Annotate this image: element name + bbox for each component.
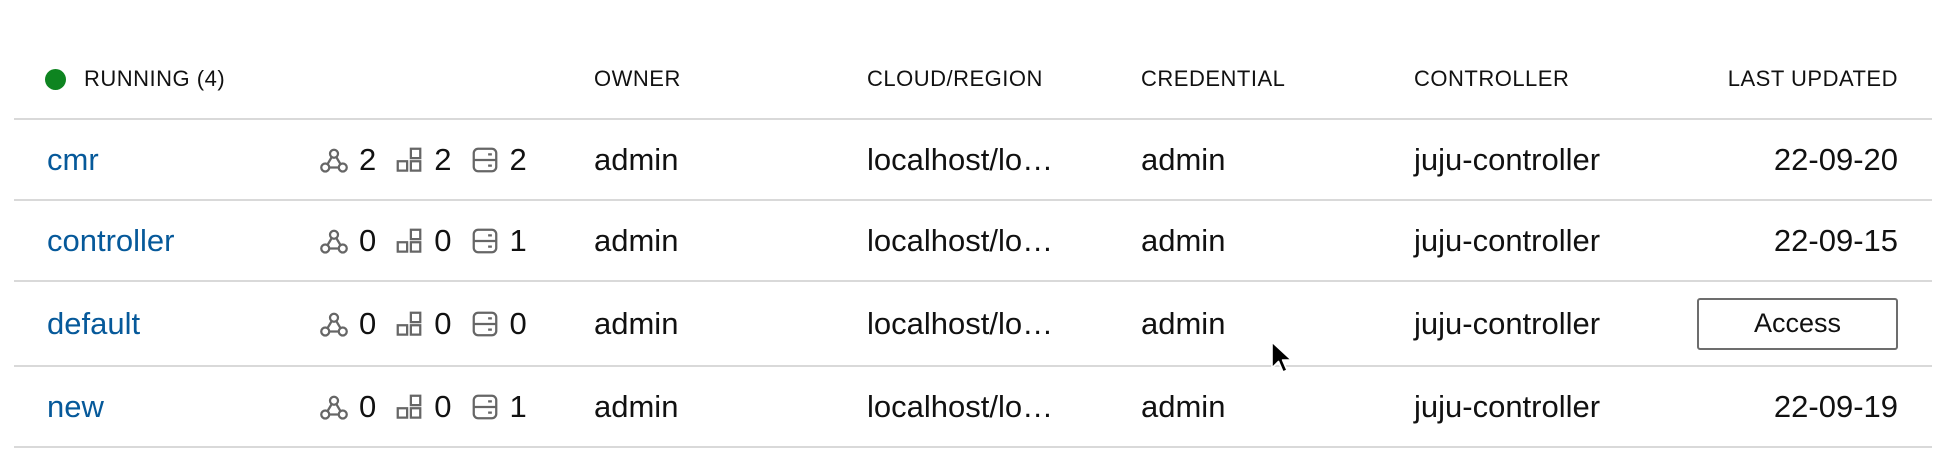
controller-cell: juju-controller — [1414, 223, 1601, 258]
access-button[interactable]: Access — [1697, 297, 1898, 350]
controller-cell: juju-controller — [1414, 142, 1601, 177]
applications-icon — [319, 226, 349, 256]
model-name: cmr — [47, 120, 99, 199]
models-table: RUNNING (4) OWNER CLOUD/REGION CREDENTIA… — [14, 40, 1932, 448]
status-header-label: RUNNING (4) — [84, 66, 226, 91]
credential-cell: admin — [1141, 306, 1226, 341]
cloud-region-cell: localhost/lo… — [867, 142, 1054, 177]
machines-icon — [470, 145, 500, 175]
credential-cell: admin — [1141, 389, 1226, 424]
applications-icon — [319, 392, 349, 422]
machines-icon — [470, 226, 500, 256]
applications-count: 0 — [359, 306, 377, 341]
machines-count: 1 — [509, 223, 527, 258]
applications-count: 2 — [359, 142, 377, 177]
credential-header: CREDENTIAL — [1141, 66, 1286, 91]
controller-cell: juju-controller — [1414, 389, 1601, 424]
owner-header: OWNER — [594, 66, 681, 91]
model-link-controller[interactable]: controller — [47, 225, 175, 256]
applications-count: 0 — [359, 223, 377, 258]
running-status-icon — [45, 68, 66, 90]
cloud-region-cell: localhost/lo… — [867, 389, 1054, 424]
units-count: 0 — [434, 223, 452, 258]
machines-count: 2 — [509, 142, 527, 177]
table-header: RUNNING (4) OWNER CLOUD/REGION CREDENTIA… — [14, 40, 1932, 120]
model-counts: 0 0 1 — [319, 367, 527, 446]
last-updated-cell: 22-09-20 — [1773, 142, 1898, 177]
table-row[interactable]: cmr 2 2 2 admin localhost/lo… admin juju… — [14, 120, 1932, 201]
units-icon — [394, 145, 424, 175]
model-link-cmr[interactable]: cmr — [47, 144, 99, 175]
table-row[interactable]: new 0 0 1 admin localhost/lo… admin juju… — [14, 367, 1932, 448]
applications-icon — [319, 309, 349, 339]
units-count: 2 — [434, 142, 452, 177]
last-updated-cell: Access — [1697, 282, 1898, 365]
units-icon — [394, 392, 424, 422]
machines-icon — [470, 392, 500, 422]
cloud-region-cell: localhost/lo… — [867, 223, 1054, 258]
status-header: RUNNING (4) — [45, 40, 226, 118]
model-counts: 2 2 2 — [319, 120, 527, 199]
owner-cell: admin — [594, 142, 679, 177]
applications-count: 0 — [359, 389, 377, 424]
controller-header: CONTROLLER — [1414, 66, 1570, 91]
last-updated-cell: 22-09-15 — [1773, 223, 1898, 258]
model-link-new[interactable]: new — [47, 391, 104, 422]
model-counts: 0 0 1 — [319, 201, 527, 280]
model-link-default[interactable]: default — [47, 308, 140, 339]
cloud-region-cell: localhost/lo… — [867, 306, 1054, 341]
controller-cell: juju-controller — [1414, 306, 1601, 341]
applications-icon — [319, 145, 349, 175]
owner-cell: admin — [594, 389, 679, 424]
table-row[interactable]: default 0 0 0 admin localhost/lo… admin … — [14, 282, 1932, 367]
last-updated-header: LAST UPDATED — [1727, 66, 1898, 91]
model-name: controller — [47, 201, 175, 280]
units-icon — [394, 226, 424, 256]
model-name: default — [47, 282, 140, 365]
machines-icon — [470, 309, 500, 339]
credential-cell: admin — [1141, 142, 1226, 177]
model-counts: 0 0 0 — [319, 282, 527, 365]
credential-cell: admin — [1141, 223, 1226, 258]
model-name: new — [47, 367, 104, 446]
owner-cell: admin — [594, 223, 679, 258]
machines-count: 0 — [509, 306, 527, 341]
units-count: 0 — [434, 389, 452, 424]
last-updated-cell: 22-09-19 — [1773, 389, 1898, 424]
table-row[interactable]: controller 0 0 1 admin localhost/lo… adm… — [14, 201, 1932, 282]
cloud-region-header: CLOUD/REGION — [867, 66, 1043, 91]
owner-cell: admin — [594, 306, 679, 341]
units-count: 0 — [434, 306, 452, 341]
machines-count: 1 — [509, 389, 527, 424]
units-icon — [394, 309, 424, 339]
